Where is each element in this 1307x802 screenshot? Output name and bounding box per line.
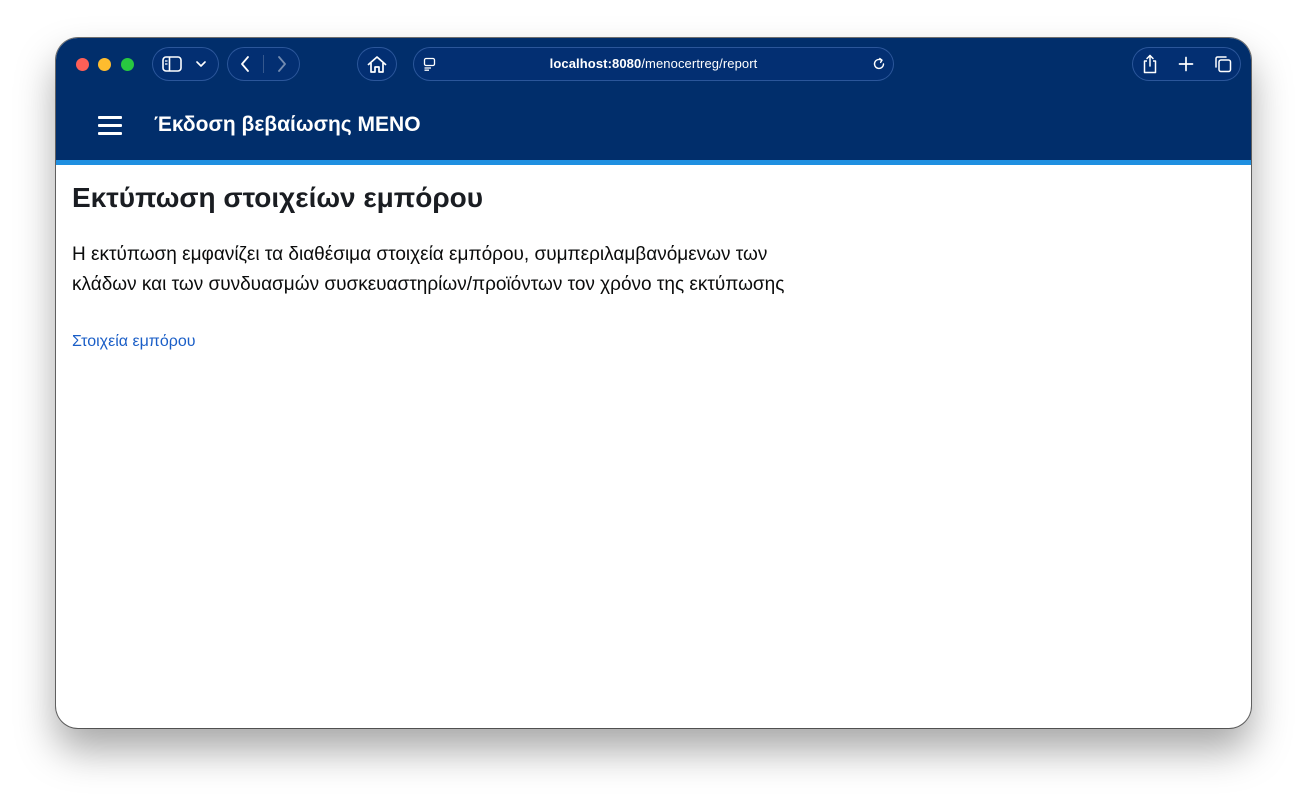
close-window-button[interactable]	[76, 58, 89, 71]
sidebar-toggle-group	[152, 47, 219, 81]
window-actions-group	[1132, 47, 1241, 81]
share-icon[interactable]	[1134, 47, 1166, 81]
url-path: /menocertreg/report	[641, 56, 758, 71]
back-icon[interactable]	[227, 47, 263, 81]
page-title: Εκτύπωση στοιχείων εμπόρου	[72, 182, 484, 213]
tab-overview-icon[interactable]	[1207, 47, 1239, 81]
browser-window: localhost:8080/menocertreg/report Έκδοση…	[56, 38, 1251, 728]
page-description: Η εκτύπωση εμφανίζει τα διαθέσιμα στοιχε…	[72, 244, 785, 295]
forward-icon[interactable]	[264, 47, 300, 81]
app-title: Έκδοση βεβαίωσης ΜΕΝΟ	[154, 113, 421, 136]
menu-icon[interactable]	[98, 114, 122, 136]
home-button[interactable]	[357, 47, 397, 81]
browser-toolbar: localhost:8080/menocertreg/report	[56, 38, 1251, 90]
reload-icon[interactable]	[870, 47, 888, 81]
navigation-group	[227, 47, 300, 81]
minimize-window-button[interactable]	[98, 58, 111, 71]
new-tab-icon[interactable]	[1170, 47, 1202, 81]
url-text: localhost:8080/menocertreg/report	[413, 47, 894, 81]
home-icon	[367, 47, 387, 81]
main-content: Εκτύπωση στοιχείων εμπόρου Η εκτύπωση εμ…	[72, 178, 872, 351]
zoom-window-button[interactable]	[121, 58, 134, 71]
chevron-down-icon[interactable]	[192, 47, 210, 81]
sidebar-icon[interactable]	[152, 47, 192, 81]
address-bar[interactable]: localhost:8080/menocertreg/report	[413, 47, 894, 81]
url-host: localhost:8080	[549, 56, 642, 71]
merchant-details-link[interactable]: Στοιχεία εμπόρου	[72, 333, 196, 351]
header-accent-stripe	[56, 160, 1251, 165]
